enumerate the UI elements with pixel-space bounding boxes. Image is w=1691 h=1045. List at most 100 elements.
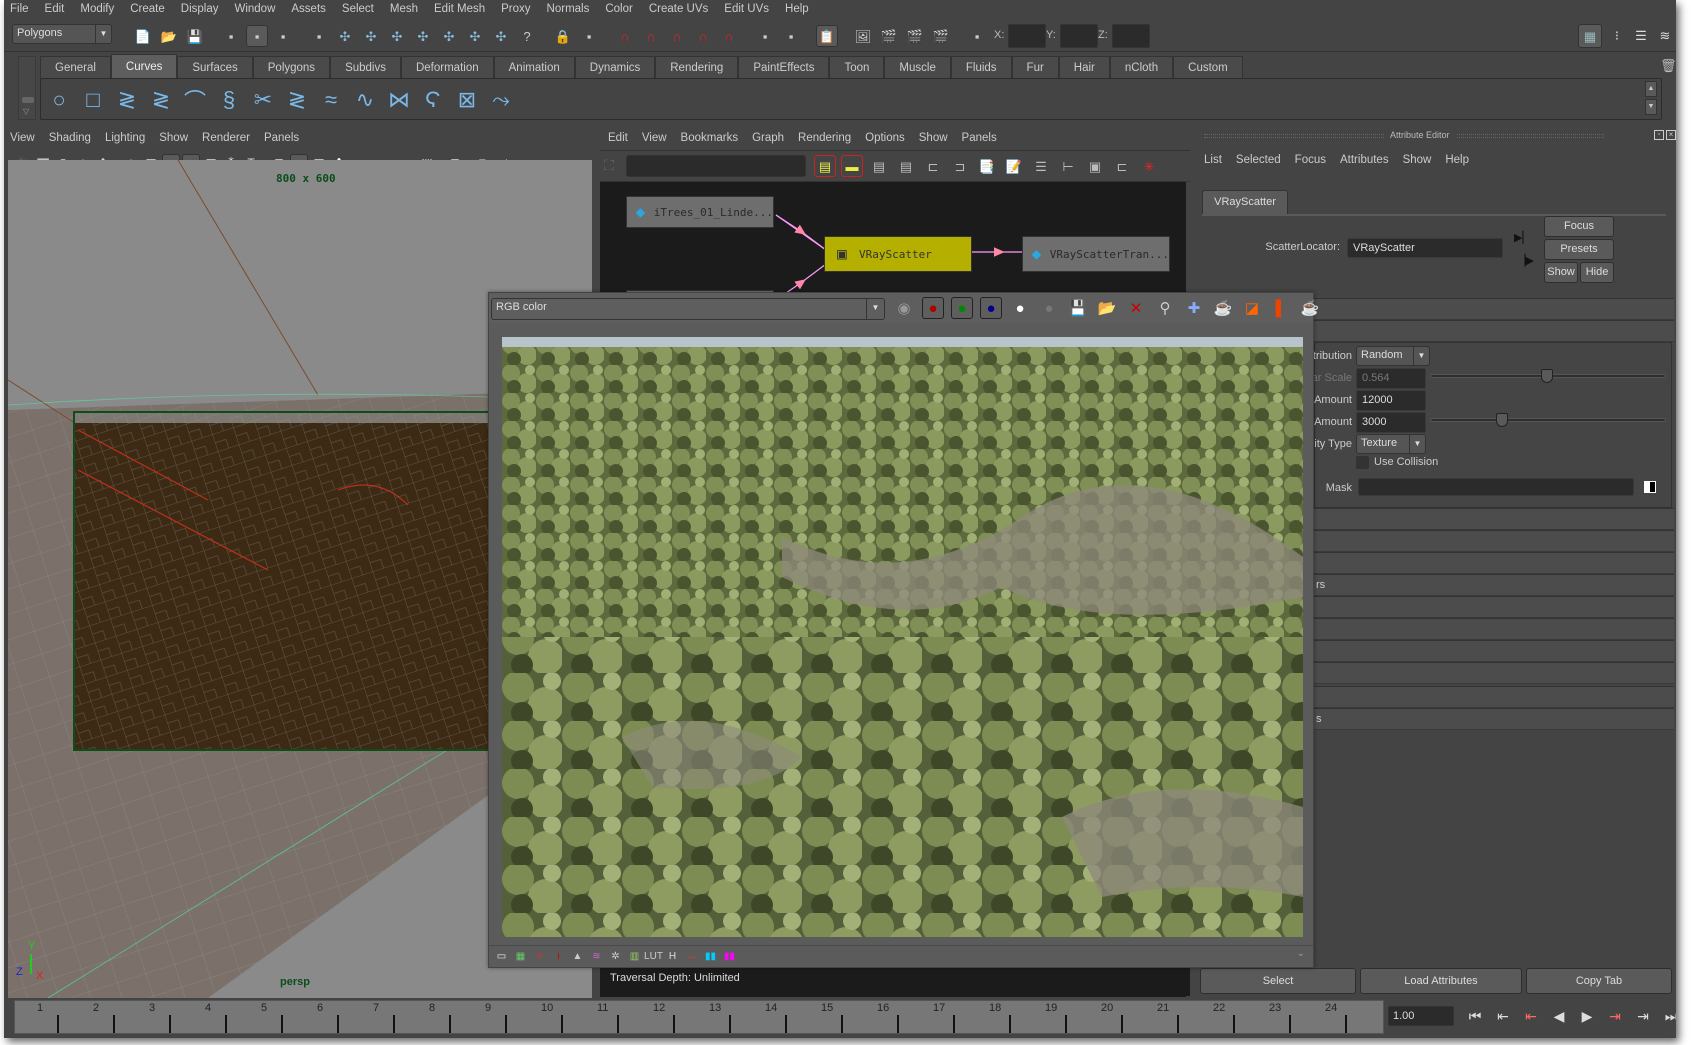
snap-point-icon[interactable]: ✣ (386, 25, 408, 47)
select-button[interactable]: Select (1200, 968, 1356, 994)
step-back-frame-icon[interactable]: ⇤ (1520, 1008, 1542, 1025)
hypergraph-tool-icon[interactable]: ▤ (895, 155, 917, 177)
rebuild-curve-icon[interactable]: ⋈ (385, 87, 413, 113)
highlight-icon[interactable]: ▪ (578, 25, 600, 47)
current-time-field[interactable]: 1.00 (1388, 1006, 1454, 1026)
ab-slider-icon[interactable]: ↔ (683, 948, 700, 965)
history-icon[interactable]: 📋 (816, 25, 838, 47)
slider-thumb[interactable] (1495, 413, 1508, 427)
insert-knot-icon[interactable]: ≷ (283, 87, 311, 113)
ae-menu-list[interactable]: List (1204, 154, 1222, 166)
output-ops-icon[interactable]: ▪ (780, 25, 802, 47)
scale-field[interactable]: 0.564 (1356, 368, 1426, 389)
menu-normals[interactable]: Normals (547, 3, 590, 15)
ae-section-header[interactable] (1314, 686, 1674, 708)
hypergraph-menu-show[interactable]: Show (919, 132, 948, 144)
viewport-menu-shading[interactable]: Shading (49, 132, 91, 144)
viewport-menu-show[interactable]: Show (159, 132, 188, 144)
ae-section-header[interactable] (1314, 298, 1674, 320)
viewport-menu-panels[interactable]: Panels (264, 132, 299, 144)
go-to-start-icon[interactable]: ⏮ (1464, 1008, 1486, 1025)
menu-window[interactable]: Window (234, 3, 275, 15)
amount-field[interactable]: 12000 (1356, 390, 1426, 411)
x-field[interactable] (1008, 24, 1046, 48)
expand-icon[interactable]: ⌄ (1297, 948, 1305, 959)
go-to-end-icon[interactable]: ⏭ (1660, 1008, 1676, 1025)
track-mouse-icon[interactable]: ⚲ (1154, 297, 1176, 319)
ae-section-header[interactable] (1314, 552, 1674, 574)
offset-curve-icon[interactable]: ∿ (351, 87, 379, 113)
snap-view-plane-icon[interactable]: ✣ (412, 25, 434, 47)
hypergraph-tool-icon[interactable]: ⊏ (922, 155, 944, 177)
menu-help[interactable]: Help (785, 3, 809, 15)
shelf-tab-deformation[interactable]: Deformation (400, 56, 494, 78)
magnet-point-icon[interactable]: ∩ (666, 25, 688, 47)
menu-create[interactable]: Create (130, 3, 165, 15)
hypergraph-tool-icon[interactable]: ⊏ (1111, 155, 1133, 177)
hide-button[interactable]: Hide (1580, 262, 1614, 283)
snap-live-icon[interactable]: ✣ (438, 25, 460, 47)
input-ops-icon[interactable]: ▪ (754, 25, 776, 47)
hypergraph-search-input[interactable] (626, 155, 806, 177)
hypergraph-tool-icon[interactable]: 📑 (976, 155, 998, 177)
new-scene-icon[interactable]: 📄 (132, 25, 154, 47)
viewport-menu-view[interactable]: View (10, 132, 35, 144)
shelf-tab-toon[interactable]: Toon (829, 56, 885, 78)
sync-icon[interactable]: ▪ (966, 25, 988, 47)
menu-mesh[interactable]: Mesh (390, 3, 418, 15)
clear-image-icon[interactable]: ✕ (1125, 297, 1147, 319)
a-compare-icon[interactable]: ▌ (1270, 297, 1292, 319)
node-name-field[interactable]: VRayScatter (1347, 238, 1503, 258)
step-forward-key-icon[interactable]: ⇥ (1632, 1008, 1654, 1025)
render-teapot-icon[interactable]: ☕ (1299, 297, 1321, 319)
lut-icon[interactable]: LUT (644, 948, 663, 965)
menu-modify[interactable]: Modify (80, 3, 114, 15)
menu-edit-mesh[interactable]: Edit Mesh (434, 3, 485, 15)
load-attributes-button[interactable]: Load Attributes (1360, 968, 1522, 994)
shelf-tab-subdivs[interactable]: Subdivs (330, 56, 401, 78)
detach-curves-icon[interactable]: ✂ (249, 87, 277, 113)
ab-compare-icon[interactable]: ◪ (1241, 297, 1263, 319)
menu-edit[interactable]: Edit (45, 3, 65, 15)
settings-icon[interactable]: ✲ (607, 948, 624, 965)
histogram-icon[interactable]: ▲ (569, 948, 586, 965)
menu-proxy[interactable]: Proxy (501, 3, 530, 15)
region-render-icon[interactable]: ✚ (1183, 297, 1205, 319)
shelf-tab-polygons[interactable]: Polygons (252, 56, 331, 78)
use-collision-checkbox[interactable] (1356, 456, 1369, 469)
ae-menu-focus[interactable]: Focus (1295, 154, 1326, 166)
curves-icon[interactable]: ≋ (588, 948, 605, 965)
extend-curve-icon[interactable]: ≈ (317, 87, 345, 113)
rendered-image[interactable] (502, 337, 1303, 937)
channel-dropdown[interactable]: RGB color ▼ (491, 298, 885, 320)
viewport-menu-renderer[interactable]: Renderer (202, 132, 250, 144)
hypergraph-tool-icon[interactable]: ▤ (868, 155, 890, 177)
shelf-tab-animation[interactable]: Animation (493, 56, 575, 78)
hypergraph-node[interactable]: ◆ iTrees_01_Linde... (626, 196, 774, 228)
ae-section-header[interactable] (1314, 508, 1674, 530)
output-connections-icon[interactable]: ▕▶ (1517, 254, 1534, 267)
lock-icon[interactable]: 🔒 (552, 25, 574, 47)
shelf-tab-ncloth[interactable]: nCloth (1109, 56, 1174, 78)
square-curve-icon[interactable]: □ (79, 87, 107, 113)
view-amount-field[interactable]: 3000 (1356, 412, 1426, 433)
hypergraph-tool-icon[interactable]: ✳ (1138, 155, 1160, 177)
magnet-plane-icon[interactable]: ∩ (692, 25, 714, 47)
shelf-scroll-down[interactable]: ▼ (1645, 99, 1657, 115)
hypergraph-tool-icon[interactable]: ▤ (814, 155, 836, 177)
attribute-editor-toggle-icon[interactable]: ▦ (1578, 24, 1602, 48)
shelf-tab-hair[interactable]: Hair (1058, 56, 1110, 78)
hypergraph-tool-icon[interactable]: ⊢ (1057, 155, 1079, 177)
viewport-menu-lighting[interactable]: Lighting (105, 132, 145, 144)
play-backwards-icon[interactable]: ◀ (1548, 1008, 1570, 1025)
save-image-icon[interactable]: 💾 (1067, 297, 1089, 319)
menu-select[interactable]: Select (342, 3, 374, 15)
ae-section-header[interactable] (1314, 596, 1674, 618)
shelf-scroll-up[interactable]: ▲ (1645, 81, 1657, 97)
ae-menu-show[interactable]: Show (1403, 154, 1432, 166)
hypergraph-menu-bookmarks[interactable]: Bookmarks (681, 132, 739, 144)
shelf-tab-surfaces[interactable]: Surfaces (177, 56, 253, 78)
magnet-curve-icon[interactable]: ∩ (640, 25, 662, 47)
ae-section-header[interactable] (1314, 530, 1674, 552)
render-view-icon[interactable]: 🖼 (852, 25, 874, 47)
